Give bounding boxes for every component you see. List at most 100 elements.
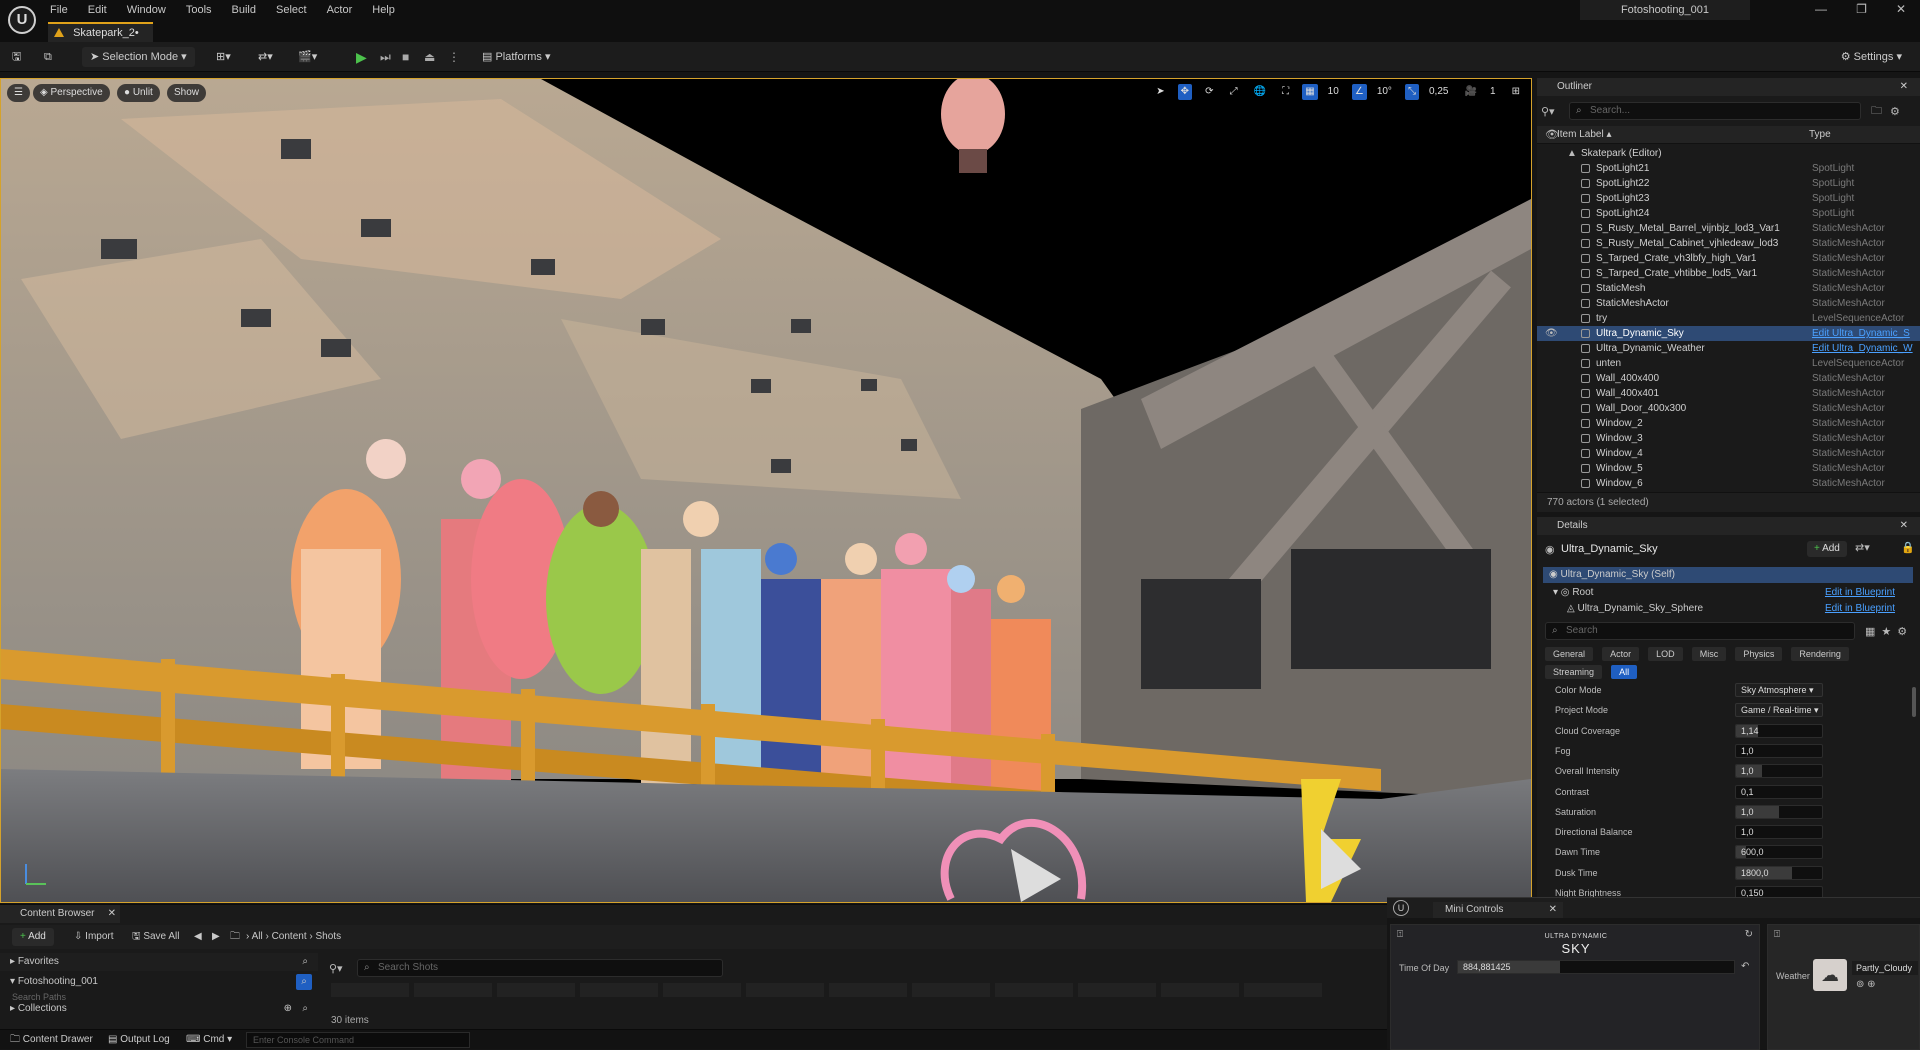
category-actor[interactable]: Actor [1602,647,1640,661]
select-tool-icon[interactable]: ➤ [1153,84,1167,100]
property-value-field[interactable]: 1,0 [1735,804,1823,819]
category-lod[interactable]: LOD [1648,647,1683,661]
grid-snap-icon[interactable]: ▦ [1302,84,1318,100]
minimize-icon[interactable]: — [1815,2,1827,16]
category-physics[interactable]: Physics [1735,647,1783,661]
level-tab[interactable]: Skatepark_2• [48,22,153,42]
search-icon[interactable]: ⌕ [302,1001,308,1017]
lock-icon[interactable]: 🔒 [1901,541,1915,554]
cloud-icon[interactable]: ☁ [1813,959,1847,991]
property-value-field[interactable]: 1,0 [1735,764,1823,779]
mini-controls-tab[interactable]: Mini Controls ✕ [1433,902,1563,918]
property-value-field[interactable]: 1,0 [1735,743,1823,758]
outliner-row[interactable]: unten LevelSequenceActor [1537,356,1920,371]
asset-tile[interactable] [912,983,990,997]
folder-icon[interactable]: 🗀 [230,928,240,946]
perspective-button[interactable]: ◈ Perspective [33,84,110,102]
add-collection-icon[interactable]: ⊕ [284,1001,292,1017]
weather-preset-value[interactable]: Partly_Cloudy [1852,961,1918,975]
outliner-row[interactable]: 👁 Ultra_Dynamic_Sky Edit Ultra_Dynamic_S [1537,326,1920,341]
import-button[interactable]: ⇩ Import [74,928,114,946]
scale-tool-icon[interactable]: ⤢ [1227,84,1241,100]
world-space-icon[interactable]: 🌐 [1251,84,1269,100]
table-view-icon[interactable]: ▦ [1865,625,1875,638]
outliner-search-input[interactable]: Search... [1569,102,1861,120]
settings-dropdown[interactable]: ⚙ Settings ▾ [1841,47,1902,67]
menu-window[interactable]: Window [127,4,166,16]
unreal-logo-icon[interactable]: U [8,6,36,34]
add-component-button[interactable]: + Add [1807,541,1847,557]
outliner-row[interactable]: Ultra_Dynamic_Weather Edit Ultra_Dynamic_… [1537,341,1920,356]
property-value-field[interactable]: 0,1 [1735,784,1823,799]
selection-mode-dropdown[interactable]: ➤ Selection Mode ▾ [82,47,195,67]
menu-build[interactable]: Build [232,4,256,16]
component-sphere-row[interactable]: ◬ Ultra_Dynamic_Sky_Sphere Edit in Bluep… [1543,601,1913,613]
outliner-row[interactable]: Wall_400x400 StaticMeshActor [1537,371,1920,386]
filter-icon[interactable]: ⚲▾ [1541,105,1569,118]
content-browser-tab[interactable]: Content Browser ✕ [0,905,120,923]
console-command-input[interactable]: Enter Console Command [246,1032,470,1048]
menu-select[interactable]: Select [276,4,307,16]
outliner-row[interactable]: Wall_400x401 StaticMeshActor [1537,386,1920,401]
eject-icon[interactable]: ⏏ [424,47,435,67]
asset-tile[interactable] [829,983,907,997]
asset-tile[interactable] [497,983,575,997]
outliner-row[interactable]: Window_6 StaticMeshActor [1537,476,1920,491]
add-button[interactable]: + Add [12,928,54,946]
outliner-tab[interactable]: Outliner ✕ [1537,78,1920,96]
pin-icon[interactable]: ⍐ [1774,929,1780,940]
maximize-icon[interactable]: ❐ [1856,2,1867,16]
property-dropdown[interactable]: Game / Real-time ▾ [1735,703,1823,718]
outliner-row[interactable]: Window_2 StaticMeshActor [1537,416,1920,431]
save-all-button[interactable]: 🖫 Save All [132,928,179,946]
filter-icon[interactable]: ⚲▾ [329,962,357,975]
favorites-section[interactable]: ▸ Favorites ⌕ [0,953,318,971]
star-icon[interactable]: ★ [1881,625,1891,638]
viewport-menu-icon[interactable]: ☰ [7,84,30,102]
property-value-field[interactable]: 600,0 [1735,845,1823,860]
rotation-snap-value[interactable]: 10° [1374,84,1395,100]
property-dropdown[interactable]: Sky Atmosphere ▾ [1735,683,1823,697]
view-mode-button[interactable]: ● Unlit [117,84,160,102]
property-value-field[interactable]: 1,0 [1735,825,1823,840]
menu-actor[interactable]: Actor [327,4,353,16]
level-viewport[interactable]: ☰ ◈ Perspective ● Unlit Show ➤ ✥ ⟳ ⤢ 🌐 ⛶… [0,78,1532,903]
menu-help[interactable]: Help [372,4,395,16]
add-actor-icon[interactable]: ⊞▾ [216,47,231,67]
close-icon[interactable]: ✕ [108,905,116,923]
content-drawer-button[interactable]: 🗀 Content Drawer [10,1030,93,1050]
category-misc[interactable]: Misc [1691,647,1727,661]
category-general[interactable]: General [1545,647,1594,661]
component-self-row[interactable]: ◉ Ultra_Dynamic_Sky (Self) [1543,567,1913,583]
asset-tile[interactable] [580,983,658,997]
edit-in-blueprint-link[interactable]: Edit in Blueprint [1825,585,1895,601]
search-icon[interactable]: ⌕ [302,953,308,971]
asset-tile[interactable] [995,983,1073,997]
outliner-row[interactable]: StaticMesh StaticMeshActor [1537,281,1920,296]
breadcrumb-content[interactable]: Content [272,931,307,942]
asset-tile[interactable] [1161,983,1239,997]
search-paths-input[interactable]: Search Paths [12,993,262,1001]
component-root-row[interactable]: ▾ ◎ Root Edit in Blueprint [1543,585,1913,601]
close-icon[interactable]: ✕ [1900,517,1908,535]
asset-tile[interactable] [331,983,409,997]
close-icon[interactable]: ✕ [1896,2,1906,16]
time-of-day-slider[interactable]: 884,881425 [1457,960,1735,974]
asset-tile[interactable] [1078,983,1156,997]
property-value-field[interactable]: 1,14 [1735,723,1823,738]
asset-tile[interactable] [1244,983,1322,997]
property-value-field[interactable]: 1800,0 [1735,865,1823,880]
outliner-row[interactable]: SpotLight24 SpotLight [1537,206,1920,221]
gear-icon[interactable]: ⚙ [1897,625,1907,638]
outliner-row[interactable]: Window_3 StaticMeshActor [1537,431,1920,446]
camera-speed-value[interactable]: 1 [1487,84,1499,100]
details-search-input[interactable]: Search [1545,622,1855,640]
details-scrollbar[interactable] [1912,687,1916,717]
project-folder-row[interactable]: ▾ Fotoshooting_001 ⌕ [0,973,318,991]
outliner-row[interactable]: Window_4 StaticMeshActor [1537,446,1920,461]
blueprint-icon[interactable]: ⇄▾ [258,47,273,67]
edit-blueprint-link[interactable]: Edit Ultra_Dynamic_S [1812,326,1910,341]
step-icon[interactable]: ⏭ [380,47,391,67]
blueprint-options-icon[interactable]: ⇄▾ [1855,541,1870,554]
translate-tool-icon[interactable]: ✥ [1177,84,1193,100]
